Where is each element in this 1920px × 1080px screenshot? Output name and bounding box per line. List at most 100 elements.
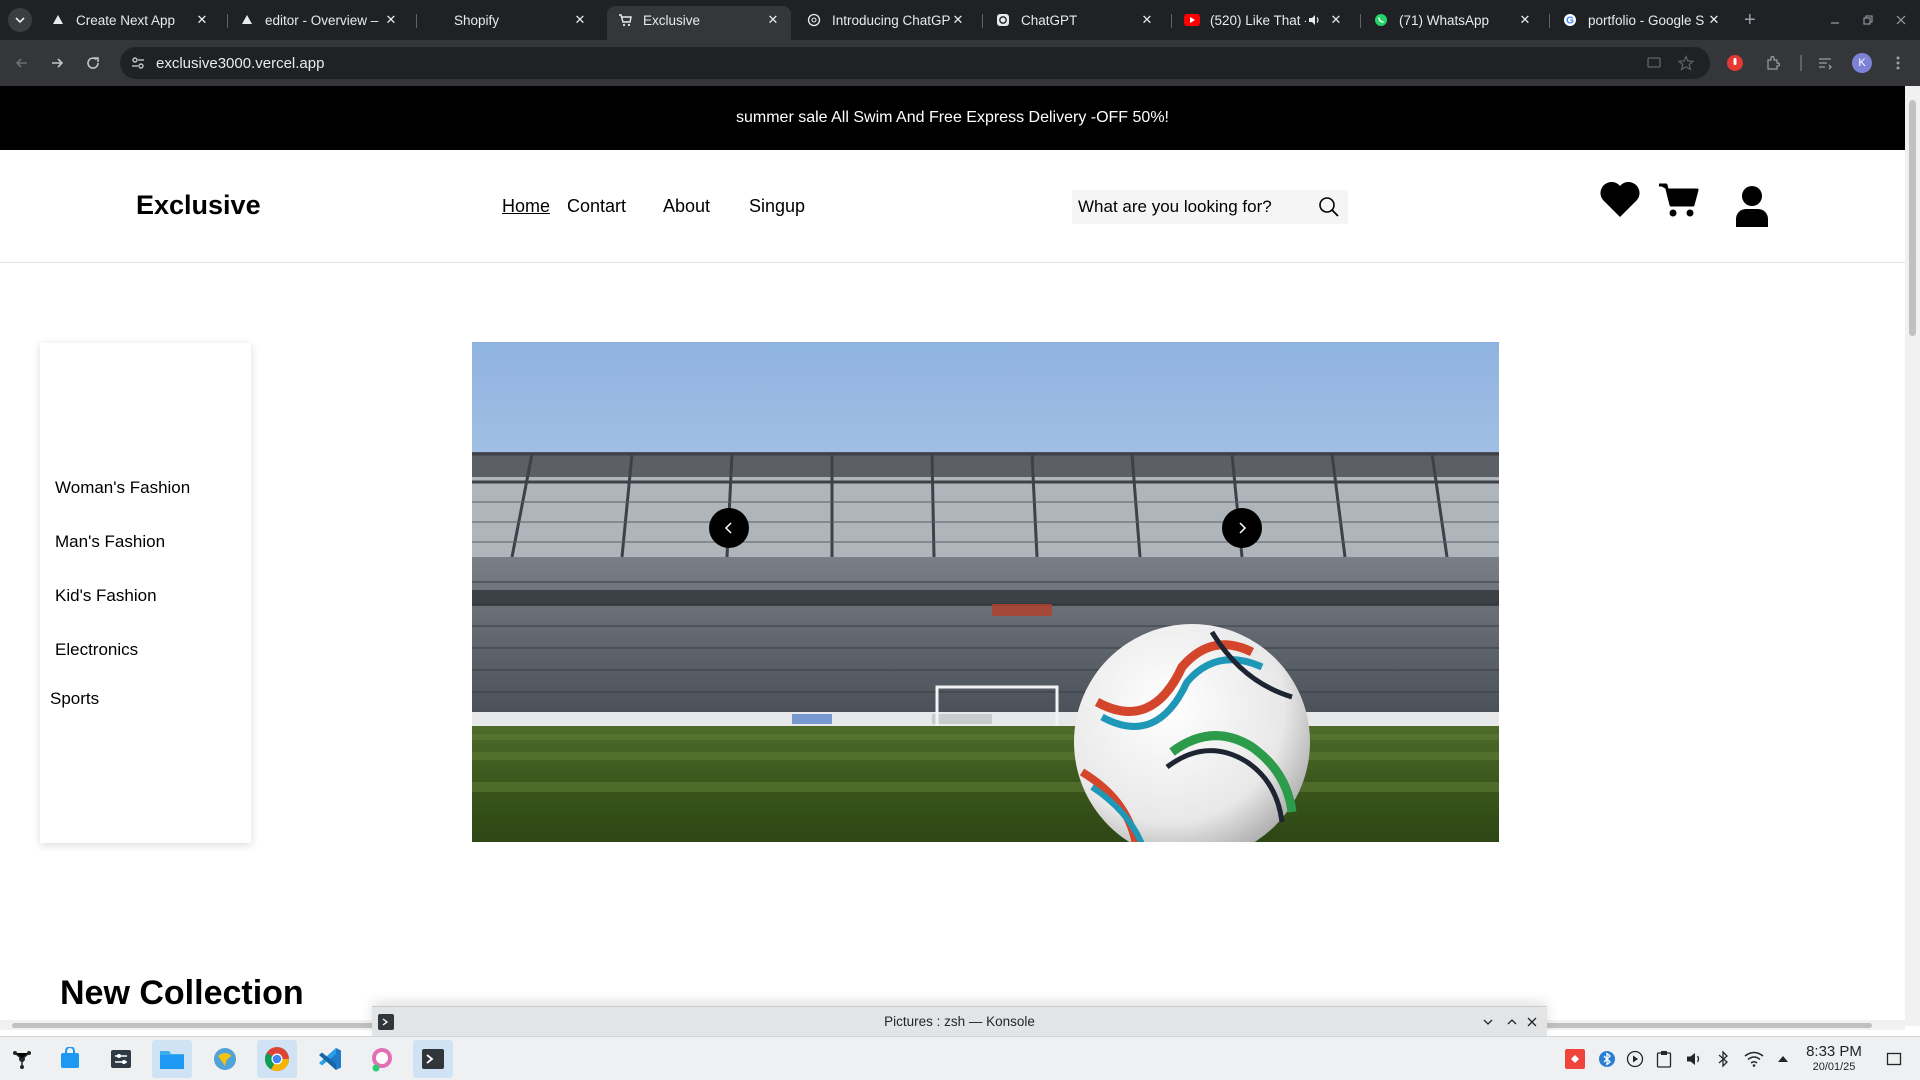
media-player-icon[interactable] [1625,1049,1645,1069]
tab-whatsapp[interactable]: (71) WhatsApp ✕ [1363,6,1543,34]
konsole-icon[interactable] [413,1040,453,1078]
new-tab-button[interactable]: + [1744,10,1756,30]
clock[interactable]: 8:33 PM 20/01/25 [1796,1043,1872,1074]
system-settings-icon[interactable] [101,1040,141,1078]
reading-list-icon[interactable] [1815,53,1835,73]
close-icon[interactable]: ✕ [1706,12,1722,28]
tab-divider [416,14,417,28]
chevron-up-icon[interactable] [1504,1014,1520,1030]
tab-title: ChatGPT [1021,12,1078,28]
section-title: New Collection [60,974,304,1012]
close-icon[interactable]: ✕ [383,12,399,28]
show-desktop-icon[interactable] [1884,1049,1904,1069]
tab-google-sheets[interactable]: G portfolio - Google S ✕ [1552,6,1732,34]
tab-create-next-app[interactable]: Create Next App ✕ [40,6,220,34]
tab-title: Shopify [454,12,500,28]
tab-shopify[interactable]: Shopify ✕ [418,6,598,34]
tab-youtube[interactable]: (520) Like That - ✕ [1174,6,1354,34]
speaker-icon[interactable] [1306,12,1322,28]
forward-icon[interactable] [45,51,69,75]
bookmark-star-icon[interactable] [1676,53,1696,73]
site-info-icon[interactable] [130,55,146,71]
tab-search-button[interactable] [8,8,32,32]
clipboard-icon[interactable] [1654,1049,1674,1069]
category-womens-fashion[interactable]: Woman's Fashion [55,478,190,498]
category-mens-fashion[interactable]: Man's Fashion [55,532,165,552]
wifi-icon[interactable] [1744,1049,1764,1069]
tab-introducing-chatgpt[interactable]: Introducing ChatGPT ✕ [796,6,976,34]
scrollbar-thumb[interactable] [1909,100,1916,336]
media-app-icon[interactable] [362,1040,402,1078]
clock-date: 20/01/25 [1812,1061,1856,1073]
close-icon[interactable]: ✕ [950,12,966,28]
tab-title: (520) Like That - [1210,12,1306,28]
nav-home[interactable]: Home [502,196,550,217]
taskbar: 8:33 PM 20/01/25 [0,1036,1920,1080]
tab-title: Exclusive [643,12,701,28]
restore-icon[interactable] [1859,12,1877,28]
tab-title: Introducing ChatGPT [832,12,950,28]
chevron-down-icon [15,17,25,24]
user-icon[interactable] [1732,184,1772,228]
bluetooth-icon[interactable] [1713,1049,1733,1069]
nav-contact[interactable]: Contart [567,196,626,217]
category-sports[interactable]: Sports [50,689,99,709]
search-input[interactable] [1078,197,1308,217]
tab-exclusive[interactable]: Exclusive ✕ [607,6,791,40]
close-icon[interactable]: ✕ [194,12,210,28]
search-box [1072,190,1348,224]
carousel-prev-button[interactable] [709,508,749,548]
browser-tab-strip: Create Next App ✕ editor - Overview – ✕ … [0,0,1920,40]
nav-about[interactable]: About [663,196,710,217]
tab-divider [1171,14,1172,28]
close-icon[interactable]: ✕ [765,12,781,28]
web-browser-icon[interactable] [205,1040,245,1078]
close-icon[interactable]: ✕ [572,12,588,28]
back-icon[interactable] [10,51,34,75]
cart-icon[interactable] [1656,180,1700,220]
browser-menu-icon[interactable] [1888,53,1908,73]
extensions-puzzle-icon[interactable] [1763,53,1783,73]
bluetooth-app-icon[interactable] [1597,1049,1617,1069]
toolbar-divider [1800,55,1802,71]
discover-store-icon[interactable] [50,1040,90,1078]
hero-carousel [472,342,1499,842]
konsole-window-titlebar[interactable]: Pictures : zsh — Konsole [372,1006,1547,1036]
tab-divider [1549,14,1550,28]
vscode-icon[interactable] [310,1040,350,1078]
profile-avatar[interactable]: K [1852,53,1872,73]
install-app-icon[interactable] [1644,53,1664,73]
openai-icon [995,12,1011,28]
close-icon[interactable]: ✕ [1328,12,1344,28]
site-logo[interactable]: Exclusive [136,190,261,221]
extension-record-icon[interactable] [1725,53,1745,73]
app-launcher-icon[interactable] [2,1040,42,1078]
address-bar[interactable]: exclusive3000.vercel.app [120,47,1710,79]
tab-divider [227,14,228,28]
tab-chatgpt[interactable]: ChatGPT ✕ [985,6,1165,34]
category-kids-fashion[interactable]: Kid's Fashion [55,586,157,606]
tab-title: portfolio - Google S [1588,12,1705,28]
announcement-text: summer sale All Swim And Free Express De… [735,109,1169,126]
page-vertical-scrollbar[interactable] [1905,86,1920,1026]
url-text: exclusive3000.vercel.app [156,54,325,72]
carousel-next-button[interactable] [1222,508,1262,548]
reload-icon[interactable] [81,51,105,75]
tab-divider [982,14,983,28]
heart-icon[interactable] [1598,178,1642,220]
anydesk-icon[interactable] [1565,1049,1585,1069]
chevron-down-icon[interactable] [1480,1014,1496,1030]
volume-icon[interactable] [1684,1049,1704,1069]
search-icon[interactable] [1318,196,1340,218]
nav-signup[interactable]: Singup [749,196,805,217]
tab-editor-overview[interactable]: editor - Overview – ✕ [229,6,409,34]
close-icon[interactable] [1524,1014,1540,1030]
file-manager-icon[interactable] [152,1040,192,1078]
close-icon[interactable]: ✕ [1517,12,1533,28]
chrome-icon[interactable] [257,1040,297,1078]
close-window-icon[interactable] [1892,12,1910,28]
close-icon[interactable]: ✕ [1139,12,1155,28]
tray-expand-icon[interactable] [1773,1049,1793,1069]
category-electronics[interactable]: Electronics [55,640,138,660]
minimize-icon[interactable] [1826,12,1844,28]
